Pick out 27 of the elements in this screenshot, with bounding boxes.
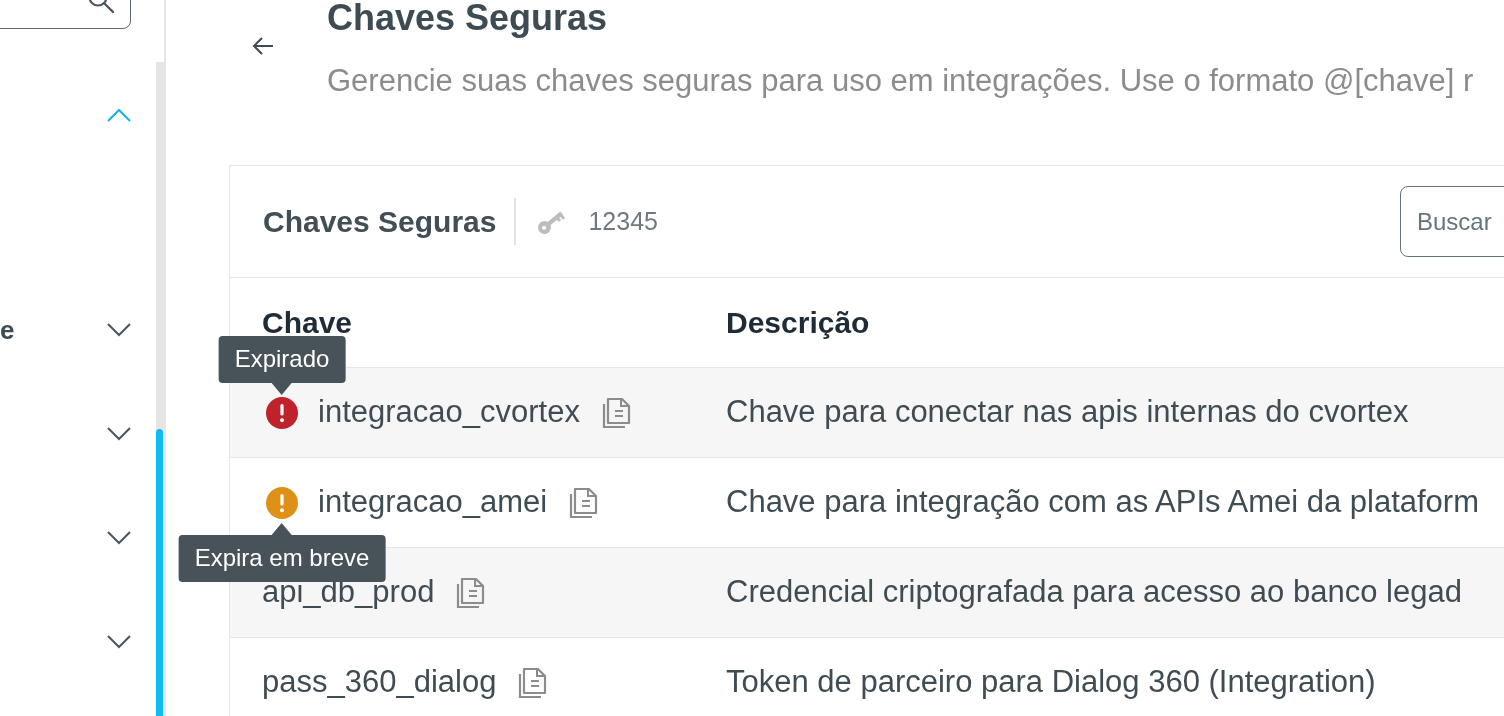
sidebar-item[interactable]: e [0,310,15,350]
chevron-down-icon[interactable] [107,427,131,441]
key-count: 12345 [588,205,658,237]
key-description: Token de parceiro para Dialog 360 (Integration) [726,664,1376,700]
page-subtitle: Gerencie suas chaves seguras para uso em integrações. Use o formato @[chave] r [327,63,1474,99]
key-description: Chave para conectar nas apis internas do cvortex [726,394,1409,430]
chevron-down-icon[interactable] [107,635,131,649]
tooltip: Expira em breve [178,522,386,582]
chevron-down-icon[interactable] [107,531,131,545]
back-arrow-icon[interactable] [252,36,274,56]
key-name: integracao_cvortex [318,393,580,432]
scrollbar-track[interactable] [156,62,164,716]
key-description: Credencial criptografada para acesso ao banco legad [726,574,1462,610]
copy-icon[interactable] [456,576,487,609]
copy-icon[interactable] [601,396,632,429]
key-description: Chave para integração com as APIs Amei da plataform [726,484,1479,520]
chevron-down-icon[interactable] [107,323,131,337]
card-title: Chaves Seguras [263,204,497,240]
copy-icon[interactable] [569,486,600,519]
copy-icon[interactable] [518,666,549,699]
search-input[interactable]: Buscar [1400,186,1504,257]
scrollbar-thumb[interactable] [156,429,163,716]
key-name: pass_360_dialog [262,663,497,702]
column-header[interactable]: Descrição [726,306,870,339]
key-name: integracao_amei [318,483,548,522]
tooltip: Expirado [218,335,346,395]
page-title: Chaves Seguras [327,0,609,36]
